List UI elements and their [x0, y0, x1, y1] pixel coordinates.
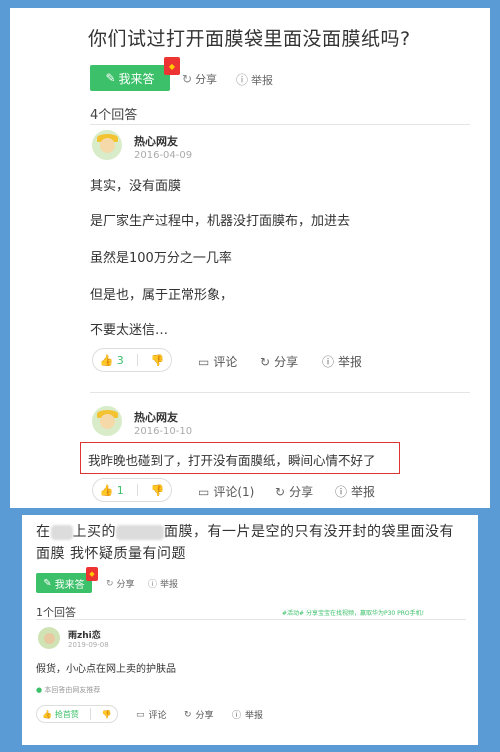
share-link[interactable]: ↻ 分享	[184, 708, 214, 722]
comment-label: 评论	[213, 355, 238, 369]
question-title: 你们试过打开面膜袋里面没面膜纸吗?	[88, 28, 411, 50]
edit-icon: ✎	[43, 577, 52, 589]
question-card-1: 你们试过打开面膜袋里面没面膜纸吗? ✎ 我来答 ◆ ↻ 分享 ⓘ 举报 4个回答…	[10, 8, 490, 508]
answer-line: 不要太迷信…	[90, 323, 169, 338]
question-card-2: 在 上买的 面膜，有一片是空的只有没开封的袋里面没有 面膜 我怀疑质量有问题 ✎ 我…	[22, 515, 478, 745]
answer-username[interactable]: 热心网友	[134, 133, 178, 149]
report-label: 举报	[338, 355, 363, 369]
vote-widget: 👍 抢首赞 👎	[36, 705, 118, 723]
share-label: 分享	[289, 485, 314, 499]
comment-link[interactable]: ▭ 评论(1)	[198, 483, 254, 500]
vote-widget: 👍 3 👎	[92, 348, 172, 372]
thumbs-up-button[interactable]: 👍 1	[100, 484, 124, 497]
comment-link[interactable]: ▭ 评论	[198, 353, 237, 370]
report-link[interactable]: ⓘ 举报	[232, 708, 263, 721]
comment-icon: ▭	[198, 354, 210, 369]
answer-text: 假货，小心点在网上卖的护肤品	[36, 664, 176, 675]
share-label: 分享	[195, 711, 214, 721]
answer-line: 是厂家生产过程中，机器没打面膜布，加进去	[90, 214, 351, 229]
report-link[interactable]: ⓘ 举报	[148, 577, 178, 590]
thumbs-down-icon[interactable]: 👎	[151, 484, 165, 497]
answer-line: 虽然是100万分之一几率	[90, 251, 232, 266]
answer-date: 2016-10-10	[134, 426, 193, 437]
red-packet-icon: ◆	[164, 57, 180, 75]
report-icon: ⓘ	[148, 580, 158, 590]
share-link[interactable]: ↻ 分享	[260, 353, 298, 370]
promo-link[interactable]: #活动# 分享宝宝在找视频，赢取华为P30 PRO手机!	[282, 608, 424, 617]
answer-count: 1个回答	[36, 606, 76, 619]
comment-icon: ▭	[136, 709, 145, 720]
report-icon: ⓘ	[236, 73, 249, 87]
report-link[interactable]: ⓘ 举报	[236, 71, 273, 88]
shield-icon: ●	[36, 686, 43, 694]
edit-icon: ✎	[105, 71, 116, 85]
answer-date: 2019-09-08	[68, 641, 109, 649]
share-label: 分享	[116, 580, 135, 590]
answer-line: 其实，没有面膜	[90, 179, 182, 194]
share-link[interactable]: ↻ 分享	[182, 71, 217, 87]
report-label: 举报	[351, 485, 376, 499]
thumbs-down-icon[interactable]: 👎	[151, 354, 165, 367]
answer-username[interactable]: 热心网友	[134, 409, 178, 425]
comment-label: 评论	[148, 711, 167, 721]
answer-line: 我昨晚也碰到了，打开没有面膜纸，瞬间心情不好了	[88, 453, 376, 468]
report-link[interactable]: ⓘ 举报	[322, 353, 362, 370]
title-part: 上买的	[72, 524, 116, 540]
divider	[90, 392, 470, 393]
avatar[interactable]	[92, 130, 122, 160]
vote-widget: 👍 1 👎	[92, 478, 172, 502]
avatar[interactable]	[38, 627, 60, 649]
report-link[interactable]: ⓘ 举报	[335, 483, 375, 500]
question-title: 在 上买的 面膜，有一片是空的只有没开封的袋里面没有 面膜 我怀疑质量有问题	[36, 521, 466, 565]
title-part: 在	[36, 524, 51, 540]
thumbs-up-button[interactable]: 👍 3	[100, 354, 124, 367]
share-icon: ↻	[106, 578, 114, 589]
redacted-text	[116, 524, 164, 540]
comment-label: 评论(1)	[213, 485, 255, 499]
share-label: 分享	[195, 73, 218, 86]
share-label: 分享	[274, 355, 299, 369]
thumbs-up-button[interactable]: 👍 抢首赞	[42, 709, 79, 720]
title-part: 面膜，有一片是空的只有没开封的袋里面没有	[164, 524, 454, 540]
report-label: 举报	[251, 73, 274, 87]
share-link[interactable]: ↻ 分享	[106, 577, 135, 591]
share-link[interactable]: ↻ 分享	[275, 483, 313, 500]
answer-username[interactable]: 雨zhi恋	[68, 628, 101, 641]
answer-line: 但是也，属于正常形象，	[90, 288, 234, 303]
report-icon: ⓘ	[335, 485, 348, 499]
report-icon: ⓘ	[322, 355, 335, 369]
divider	[90, 124, 470, 125]
share-icon: ↻	[184, 709, 192, 720]
share-icon: ↻	[275, 484, 286, 499]
vote-label: 抢首赞	[54, 709, 79, 719]
answer-button-label: 我来答	[118, 71, 155, 86]
like-count: 3	[116, 353, 124, 367]
like-count: 1	[116, 483, 124, 497]
avatar[interactable]	[92, 406, 122, 436]
share-icon: ↻	[182, 72, 193, 86]
redacted-text	[50, 524, 73, 540]
red-packet-icon: ◆	[86, 567, 98, 581]
report-label: 举报	[245, 711, 264, 721]
share-icon: ↻	[260, 354, 271, 369]
comment-link[interactable]: ▭ 评论	[136, 708, 167, 722]
recommend-source: ● 本回答由网友推荐	[36, 685, 100, 695]
title-part: 面膜 我怀疑质量有问题	[36, 546, 186, 562]
answer-count: 4个回答	[90, 108, 138, 123]
answer-date: 2016-04-09	[134, 150, 193, 161]
divider	[36, 619, 466, 620]
answer-button[interactable]: ✎ 我来答	[36, 573, 92, 593]
answer-button[interactable]: ✎ 我来答	[90, 65, 170, 91]
report-icon: ⓘ	[232, 711, 242, 721]
comment-icon: ▭	[198, 484, 210, 499]
answer-button-label: 我来答	[54, 579, 85, 591]
thumbs-down-icon[interactable]: 👎	[102, 710, 112, 719]
recommend-source-label: 本回答由网友推荐	[44, 686, 101, 694]
report-label: 举报	[160, 580, 179, 590]
